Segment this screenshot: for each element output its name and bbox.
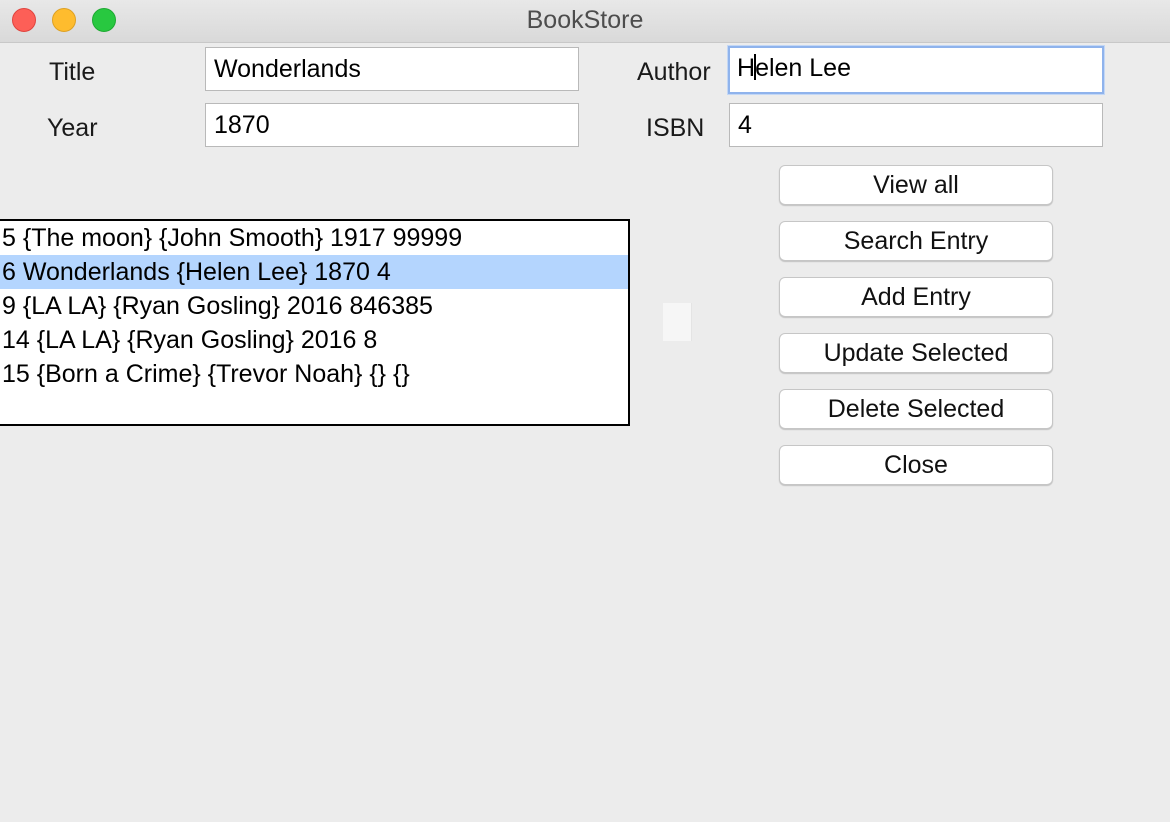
- bookstore-window: BookStore Title Wonderlands Author Helen…: [0, 0, 1170, 822]
- add-entry-button[interactable]: Add Entry: [779, 277, 1053, 317]
- list-item-selected[interactable]: 6 Wonderlands {Helen Lee} 1870 4: [0, 255, 628, 289]
- list-item[interactable]: 9 {LA LA} {Ryan Gosling} 2016 846385: [0, 289, 628, 323]
- delete-selected-button[interactable]: Delete Selected: [779, 389, 1053, 429]
- list-item[interactable]: 5 {The moon} {John Smooth} 1917 99999: [0, 221, 628, 255]
- scrollbar[interactable]: [663, 303, 692, 341]
- books-listbox[interactable]: 5 {The moon} {John Smooth} 1917 99999 6 …: [0, 219, 630, 426]
- year-input-value: 1870: [214, 111, 270, 139]
- list-item[interactable]: 15 {Born a Crime} {Trevor Noah} {} {}: [0, 357, 628, 391]
- search-entry-button[interactable]: Search Entry: [779, 221, 1053, 261]
- year-input[interactable]: 1870: [205, 103, 579, 147]
- author-label: Author: [637, 58, 711, 86]
- isbn-input-value: 4: [738, 111, 752, 139]
- view-all-button[interactable]: View all: [779, 165, 1053, 205]
- isbn-label: ISBN: [646, 114, 705, 142]
- window-title: BookStore: [526, 6, 644, 34]
- title-input-value: Wonderlands: [214, 55, 361, 83]
- author-input[interactable]: Helen Lee: [728, 46, 1104, 94]
- isbn-input[interactable]: 4: [729, 103, 1103, 147]
- author-input-value-end: elen Lee: [755, 54, 851, 82]
- list-item[interactable]: 14 {LA LA} {Ryan Gosling} 2016 8: [0, 323, 628, 357]
- title-input[interactable]: Wonderlands: [205, 47, 579, 91]
- title-bar[interactable]: BookStore: [0, 0, 1170, 43]
- author-input-value-start: H: [737, 54, 756, 82]
- year-label: Year: [47, 114, 98, 142]
- close-button[interactable]: Close: [779, 445, 1053, 485]
- update-selected-button[interactable]: Update Selected: [779, 333, 1053, 373]
- title-label: Title: [49, 58, 96, 86]
